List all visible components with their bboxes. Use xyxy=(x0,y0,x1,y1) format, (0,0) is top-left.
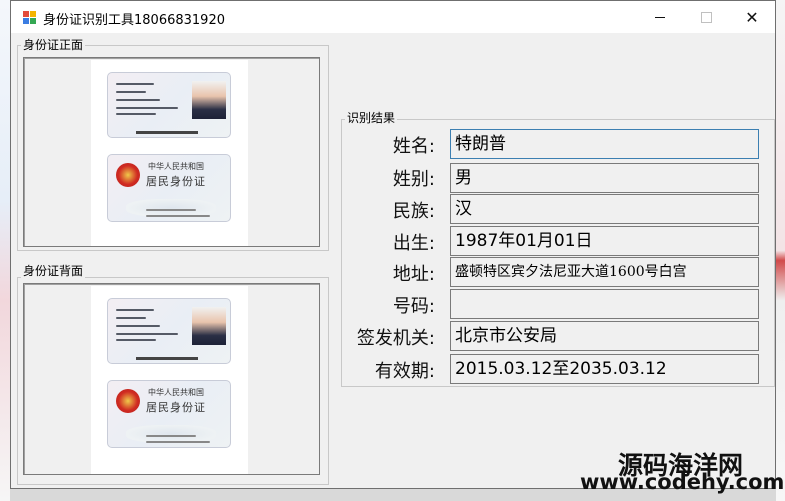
minimize-button[interactable] xyxy=(637,1,683,33)
back-group-label: 身份证背面 xyxy=(21,264,86,278)
window-title: 身份证识别工具18066831920 xyxy=(43,13,225,28)
front-picture-box[interactable]: 中华人民共和国 居民身份证 xyxy=(23,57,320,247)
watermark-line2: www.codehy.com xyxy=(580,470,785,494)
national-emblem-icon xyxy=(116,163,140,187)
title-bar[interactable]: 身份证识别工具18066831920 ✕ xyxy=(11,1,775,33)
card-back-title-line2: 居民身份证 xyxy=(146,175,206,188)
front-image: 中华人民共和国 居民身份证 xyxy=(91,60,248,246)
main-window: 身份证识别工具18066831920 ✕ 身份证正面 中华人民共和国 居民身份证… xyxy=(10,0,776,489)
ethnicity-label: 民族: xyxy=(392,201,435,222)
validity-label: 有效期: xyxy=(374,361,435,382)
id-card-back: 中华人民共和国 居民身份证 xyxy=(107,380,231,448)
minimize-icon xyxy=(655,16,665,18)
results-group-label: 识别结果 xyxy=(345,111,398,125)
birth-label: 出生: xyxy=(392,233,435,254)
desktop-background-left xyxy=(0,0,10,501)
birth-field[interactable]: 1987年01月01日 xyxy=(450,226,759,256)
id-card-front xyxy=(107,72,231,138)
portrait-photo-icon xyxy=(192,307,226,345)
name-label: 姓名: xyxy=(392,136,435,157)
id-number-label: 号码: xyxy=(392,296,435,317)
back-picture-box[interactable]: 中华人民共和国 居民身份证 xyxy=(23,283,320,475)
maximize-button[interactable] xyxy=(683,1,729,33)
issuer-label: 签发机关: xyxy=(356,328,435,349)
issuer-field[interactable]: 北京市公安局 xyxy=(450,321,759,351)
validity-field[interactable]: 2015.03.12至2035.03.12 xyxy=(450,354,759,384)
close-button[interactable]: ✕ xyxy=(729,1,775,33)
national-emblem-icon xyxy=(116,389,140,413)
id-number-field[interactable] xyxy=(450,289,759,319)
front-group-label: 身份证正面 xyxy=(21,38,86,52)
app-icon xyxy=(23,11,37,25)
gender-label: 姓别: xyxy=(392,169,435,190)
maximize-icon xyxy=(700,11,712,23)
gender-field[interactable]: 男 xyxy=(450,163,759,193)
desktop-background-right xyxy=(776,0,785,501)
ethnicity-field[interactable]: 汉 xyxy=(450,194,759,224)
name-field[interactable]: 特朗普 xyxy=(450,129,759,159)
id-card-front xyxy=(107,298,231,364)
id-card-back: 中华人民共和国 居民身份证 xyxy=(107,154,231,222)
close-icon: ✕ xyxy=(745,7,759,27)
address-label: 地址: xyxy=(392,264,435,285)
card-back-title-line2: 居民身份证 xyxy=(146,401,206,414)
address-field[interactable]: 盛顿特区宾夕法尼亚大道1600号白宫 xyxy=(450,257,759,287)
back-image: 中华人民共和国 居民身份证 xyxy=(91,286,248,474)
portrait-photo-icon xyxy=(192,81,226,119)
card-back-title-line1: 中华人民共和国 xyxy=(148,388,204,397)
card-back-title-line1: 中华人民共和国 xyxy=(148,162,204,171)
